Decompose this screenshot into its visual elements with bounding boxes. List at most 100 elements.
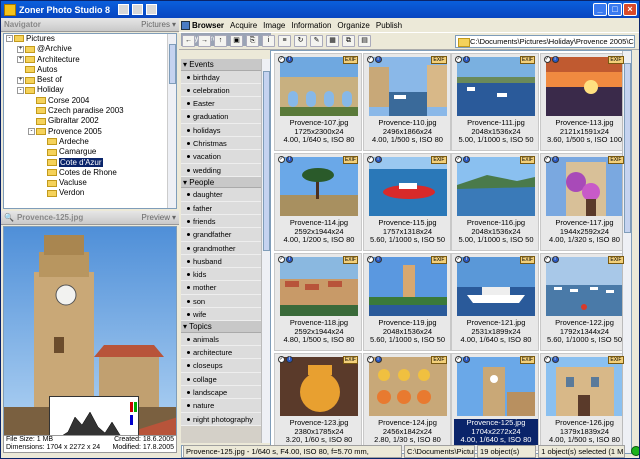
keyword-item[interactable]: animals	[181, 332, 261, 347]
thumbnail-card[interactable]: ✓ i EXIF Provence-115.jpg 1757x1318x24 5.60, …	[362, 153, 451, 251]
tree-node[interactable]: Camargue	[4, 147, 176, 157]
expand-icon[interactable]: +	[17, 76, 24, 84]
grid-scrollbar[interactable]	[622, 51, 631, 453]
tree-scrollbar[interactable]	[167, 34, 176, 208]
collapse-icon[interactable]: -	[17, 86, 24, 94]
keyword-item[interactable]: nature	[181, 399, 261, 413]
keyword-item[interactable]: closeups	[181, 359, 261, 373]
tree-node[interactable]: Verdon	[4, 188, 176, 198]
expand-icon[interactable]: +	[17, 45, 24, 53]
forward-icon[interactable]: →	[198, 35, 211, 47]
info-icon[interactable]: i	[262, 35, 275, 47]
thumbnail-card[interactable]: ✓ i EXIF Provence-125.jpg 1704x2272x24 4.00, …	[451, 353, 539, 451]
keyword-item[interactable]: father	[181, 201, 261, 215]
keyword-item[interactable]: husband	[181, 254, 261, 269]
tree-node[interactable]: Czech paradise 2003	[4, 106, 176, 116]
tree-node[interactable]: Ardeche	[4, 137, 176, 147]
keyword-item[interactable]: vacation	[181, 150, 261, 164]
thumbnail-card[interactable]: ✓ i EXIF Provence-122.jpg 1792x1344x24 5.60, …	[539, 253, 628, 351]
thumbnail-size-icon[interactable]: ▤	[358, 35, 371, 47]
thumbnail-card[interactable]: ✓ i EXIF Provence-116.jpg 2048x1536x24 5.00, …	[451, 153, 539, 251]
tab-publish[interactable]: Publish	[376, 21, 402, 30]
keyword-item[interactable]: Easter	[181, 97, 261, 111]
tree-node[interactable]: + Architecture	[4, 55, 176, 65]
tree-node[interactable]: + @Archive	[4, 44, 176, 54]
keyword-item[interactable]: wedding	[181, 163, 261, 177]
edit-icon[interactable]: ✎	[310, 35, 323, 47]
keyword-item[interactable]: holidays	[181, 123, 261, 137]
keyword-item[interactable]: collage	[181, 372, 261, 387]
chevron-down-icon[interactable]: ▾	[172, 213, 176, 222]
thumbnail-card[interactable]: ✓ i EXIF Provence-117.jpg 1944x2592x24 4.00, …	[539, 153, 628, 251]
tree-node[interactable]: Vacluse	[4, 178, 176, 188]
keyword-item[interactable]: daughter	[181, 188, 261, 202]
preview-dropdown[interactable]: Preview	[142, 213, 170, 222]
keyword-item[interactable]: kids	[181, 268, 261, 282]
tab-organize[interactable]: Organize	[337, 21, 369, 30]
thumbnail-card[interactable]: ✓ i EXIF Provence-124.jpg 2456x1842x24 2.80, …	[362, 353, 451, 451]
thumbnail-card[interactable]: ✓ i EXIF Provence-110.jpg 2496x1866x24 4.00, …	[362, 53, 451, 151]
keyword-item[interactable]: landscape	[181, 386, 261, 400]
path-input[interactable]: C:\Documents\Pictures\Holiday\Provence 2…	[455, 35, 635, 48]
thumbnail-card[interactable]: ✓ i EXIF Provence-123.jpg 2380x1785x24 3.20, …	[274, 353, 362, 451]
thumbnail-card[interactable]: ✓ i EXIF Provence-121.jpg 2531x1899x24 4.00, …	[451, 253, 539, 351]
keyword-item[interactable]: graduation	[181, 110, 261, 124]
view-icon[interactable]: ▦	[326, 35, 339, 47]
quick-save-icon[interactable]	[118, 4, 129, 15]
keyword-item[interactable]: birthday	[181, 70, 261, 84]
keyword-item[interactable]: Christmas	[181, 136, 261, 151]
thumbnail-card[interactable]: ✓ i EXIF Provence-118.jpg 2592x1944x24 4.80, …	[274, 253, 362, 351]
rotate-icon[interactable]: ↻	[294, 35, 307, 47]
keyword-item[interactable]: son	[181, 294, 261, 309]
keyword-item[interactable]: friends	[181, 214, 261, 229]
keyword-item[interactable]: wife	[181, 308, 261, 322]
folder-tree[interactable]: - Pictures + @Archive + Architecture Autos + Bes…	[3, 33, 177, 209]
keyword-group[interactable]: ▾ Events	[181, 59, 261, 71]
expand-icon[interactable]: +	[17, 55, 24, 63]
thumbnail-card[interactable]: ✓ i EXIF Provence-119.jpg 2048x1536x24 5.60, …	[362, 253, 451, 351]
keyword-item[interactable]: architecture	[181, 346, 261, 360]
tab-acquire[interactable]: Acquire	[230, 21, 257, 30]
tree-node[interactable]: - Pictures	[4, 34, 176, 44]
tab-information[interactable]: Information	[291, 21, 331, 30]
tree-node[interactable]: Autos	[4, 65, 176, 75]
quick-email-icon[interactable]	[146, 4, 157, 15]
tree-node[interactable]: Gibraltar 2002	[4, 116, 176, 126]
thumbnail-card[interactable]: ✓ i EXIF Provence-114.jpg 2592x1944x24 4.00, …	[274, 153, 362, 251]
thumbnail-card[interactable]: ✓ i EXIF Provence-111.jpg 2048x1536x24 5.00, …	[451, 53, 539, 151]
tree-node[interactable]: Cote d'Azur	[4, 157, 176, 168]
keywords-scrollbar[interactable]	[261, 59, 270, 443]
tree-node[interactable]: Corse 2004	[4, 96, 176, 106]
sort-icon[interactable]: ≡	[278, 35, 291, 47]
close-button[interactable]: ×	[623, 3, 637, 16]
tree-node[interactable]: - Provence 2005	[4, 127, 176, 137]
keyword-list[interactable]: ▾ Events birthday celebration Easter graduat…	[181, 59, 261, 443]
tree-node[interactable]: - Holiday	[4, 85, 176, 95]
thumbnail-card[interactable]: ✓ i EXIF Provence-107.jpg 1725x2300x24 4.00, …	[274, 53, 362, 151]
keyword-group[interactable]: ▾ People	[181, 176, 261, 189]
keyword-item[interactable]: celebration	[181, 83, 261, 98]
collapse-icon[interactable]: -	[28, 128, 35, 136]
keyword-item[interactable]: mother	[181, 281, 261, 295]
tab-browser[interactable]: Browser	[181, 20, 224, 30]
collapse-icon[interactable]: -	[6, 35, 13, 43]
new-folder-icon[interactable]: ▣	[230, 35, 243, 47]
thumbnail-card[interactable]: ✓ i EXIF Provence-113.jpg 2121x1591x24 3.60, …	[539, 53, 628, 151]
tree-node[interactable]: + Best of	[4, 75, 176, 85]
navigator-dropdown[interactable]: Pictures	[141, 20, 170, 29]
chevron-down-icon[interactable]: ▾	[172, 20, 176, 29]
thumbnail-grid[interactable]: ✓ i EXIF Provence-107.jpg 1725x2300x24 4.00, …	[270, 50, 632, 454]
tab-image[interactable]: Image	[263, 21, 285, 30]
back-icon[interactable]: ←	[182, 35, 195, 47]
compare-icon[interactable]: ⧉	[342, 35, 355, 47]
tree-node[interactable]: Cotes de Rhone	[4, 168, 176, 178]
minimize-button[interactable]: _	[593, 3, 607, 16]
keyword-group[interactable]: ▾ Topics	[181, 321, 261, 333]
keyword-item[interactable]: night photography	[181, 412, 261, 426]
maximize-button[interactable]: □	[608, 3, 622, 16]
keyword-item[interactable]: grandfather	[181, 228, 261, 242]
copy-icon[interactable]: ⎘	[246, 35, 259, 47]
quick-print-icon[interactable]	[132, 4, 143, 15]
thumbnail-card[interactable]: ✓ i EXIF Provence-126.jpg 1379x1839x24 4.00, …	[539, 353, 628, 451]
keyword-item[interactable]: grandmother	[181, 241, 261, 255]
